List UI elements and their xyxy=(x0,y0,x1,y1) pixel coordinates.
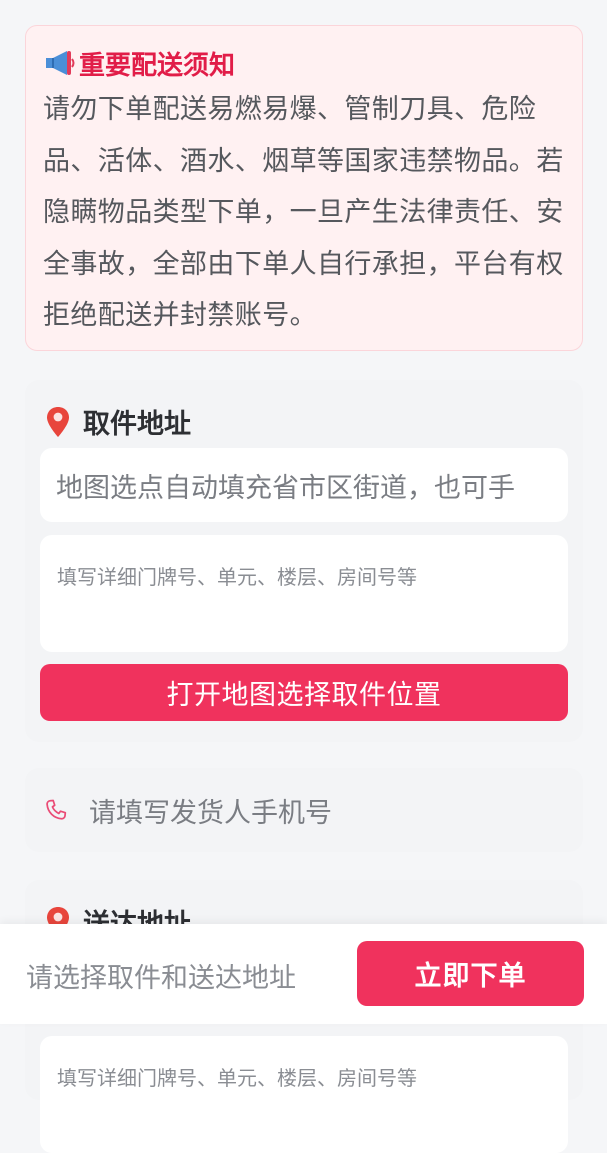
pickup-address-input[interactable]: 地图选点自动填充省市区街道，也可手 xyxy=(40,448,568,522)
location-pin-icon xyxy=(45,405,71,439)
pickup-detail-input[interactable]: 填写详细门牌号、单元、楼层、房间号等 xyxy=(40,535,568,652)
sender-phone-placeholder: 请填写发货人手机号 xyxy=(89,797,332,829)
delivery-detail-input[interactable]: 填写详细门牌号、单元、楼层、房间号等 xyxy=(40,1036,568,1153)
bottom-action-bar: 请选择取件和送达地址 立即下单 xyxy=(0,924,607,1024)
notice-title: 重要配送须知 xyxy=(79,50,236,81)
pickup-address-section: 取件地址 地图选点自动填充省市区街道，也可手 填写详细门牌号、单元、楼层、房间号… xyxy=(25,380,583,742)
pickup-section-header: 取件地址 xyxy=(45,402,191,441)
pickup-section-title: 取件地址 xyxy=(83,409,191,440)
notice-heading: 重要配送须知 xyxy=(43,40,564,86)
pickup-address-placeholder: 地图选点自动填充省市区街道，也可手 xyxy=(56,472,515,504)
open-map-button[interactable]: 打开地图选择取件位置 xyxy=(40,664,568,721)
notice-body: 请勿下单配送易燃易爆、管制刀具、危险品、活体、酒水、烟草等国家违禁物品。若隐瞒物… xyxy=(43,94,564,331)
phone-icon xyxy=(43,797,69,823)
pickup-detail-placeholder: 填写详细门牌号、单元、楼层、房间号等 xyxy=(57,565,417,589)
address-hint: 请选择取件和送达地址 xyxy=(26,963,296,994)
place-order-button[interactable]: 立即下单 xyxy=(357,941,584,1006)
megaphone-icon xyxy=(43,48,77,78)
sender-phone-input[interactable]: 请填写发货人手机号 xyxy=(25,768,583,852)
delivery-notice-card: 重要配送须知 请勿下单配送易燃易爆、管制刀具、危险品、活体、酒水、烟草等国家违禁… xyxy=(25,25,583,351)
delivery-detail-placeholder: 填写详细门牌号、单元、楼层、房间号等 xyxy=(57,1066,417,1090)
